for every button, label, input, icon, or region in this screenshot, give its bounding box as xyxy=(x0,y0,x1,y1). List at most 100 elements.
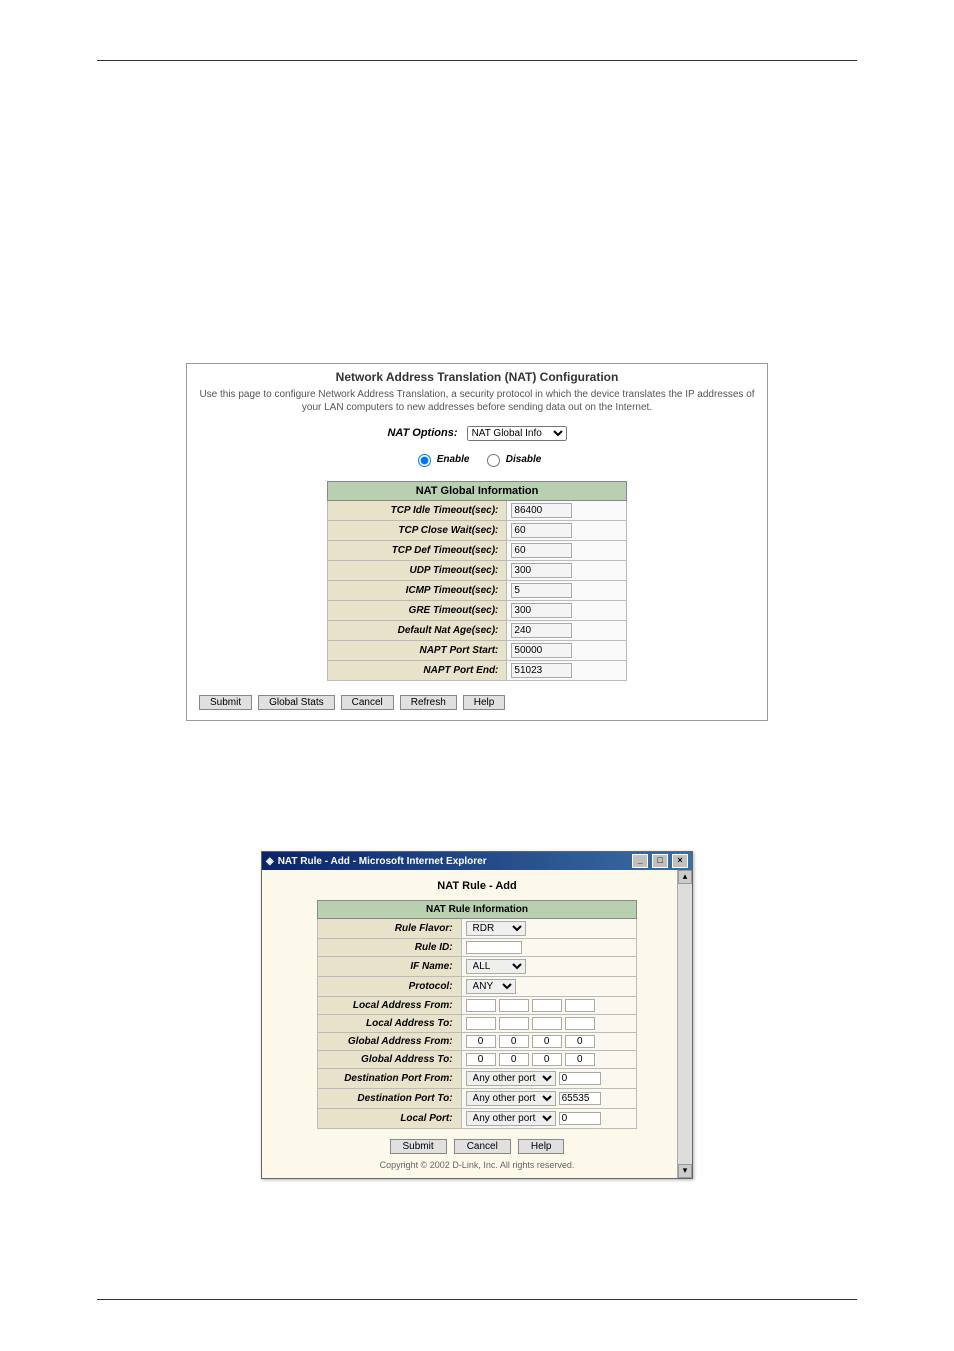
protocol-select[interactable]: ANY xyxy=(466,979,516,994)
local-port-label: Local Port: xyxy=(318,1109,462,1129)
dest-port-from-label: Destination Port From: xyxy=(318,1069,462,1089)
window-title-bar: NAT Rule - Add - Microsoft Internet Expl… xyxy=(262,852,692,870)
enable-disable-row: Enable Disable xyxy=(197,451,757,467)
if-name-select[interactable]: ALL xyxy=(466,959,526,974)
maximize-icon[interactable]: □ xyxy=(652,854,668,868)
global-row-value-cell xyxy=(507,621,627,641)
nat-global-info-table: NAT Global Information TCP Idle Timeout(… xyxy=(327,481,627,681)
panel-description: Use this page to configure Network Addre… xyxy=(197,388,757,414)
rule-submit-button[interactable]: Submit xyxy=(390,1139,447,1154)
enable-label: Enable xyxy=(437,454,470,465)
local-addr-from-label: Local Address From: xyxy=(318,997,462,1015)
global-row-label: GRE Timeout(sec): xyxy=(328,601,507,621)
window-body: ▴ ▾ NAT Rule - Add NAT Rule Information … xyxy=(262,870,692,1178)
if-name-label: IF Name: xyxy=(318,957,462,977)
cancel-button[interactable]: Cancel xyxy=(341,695,394,710)
global-row-label: NAPT Port Start: xyxy=(328,641,507,661)
global-row-label: TCP Def Timeout(sec): xyxy=(328,541,507,561)
global-addr-to-4[interactable] xyxy=(565,1053,595,1066)
submit-button[interactable]: Submit xyxy=(199,695,252,710)
table-row: NAPT Port End: xyxy=(328,661,627,681)
global-addr-from-label: Global Address From: xyxy=(318,1033,462,1051)
dest-port-to-input[interactable] xyxy=(559,1092,601,1105)
rule-table-header: NAT Rule Information xyxy=(318,901,637,919)
button-row: Submit Global Stats Cancel Refresh Help xyxy=(197,695,757,710)
global-row-value-cell xyxy=(507,521,627,541)
dest-port-from-select[interactable]: Any other port xyxy=(466,1071,556,1086)
local-addr-to-4[interactable] xyxy=(565,1017,595,1030)
global-row-value-cell xyxy=(507,641,627,661)
global-row-value-cell xyxy=(507,661,627,681)
rule-id-input[interactable] xyxy=(466,941,522,954)
table-row: NAPT Port Start: xyxy=(328,641,627,661)
local-port-input[interactable] xyxy=(559,1112,601,1125)
help-button[interactable]: Help xyxy=(463,695,506,710)
disable-label: Disable xyxy=(506,454,542,465)
global-addr-from-2[interactable] xyxy=(499,1035,529,1048)
table-row: TCP Idle Timeout(sec): xyxy=(328,501,627,521)
global-row-input[interactable] xyxy=(511,623,572,638)
scroll-down-icon[interactable]: ▾ xyxy=(678,1164,692,1178)
global-addr-to-2[interactable] xyxy=(499,1053,529,1066)
global-row-value-cell xyxy=(507,561,627,581)
local-addr-to-2[interactable] xyxy=(499,1017,529,1030)
global-row-input[interactable] xyxy=(511,563,572,578)
dest-port-to-select[interactable]: Any other port xyxy=(466,1091,556,1106)
nat-options-row: NAT Options: NAT Global Info xyxy=(197,426,757,441)
global-row-input[interactable] xyxy=(511,643,572,658)
global-addr-from-3[interactable] xyxy=(532,1035,562,1048)
close-icon[interactable]: × xyxy=(672,854,688,868)
global-row-input[interactable] xyxy=(511,543,572,558)
local-addr-to-3[interactable] xyxy=(532,1017,562,1030)
global-row-value-cell xyxy=(507,501,627,521)
rule-cancel-button[interactable]: Cancel xyxy=(454,1139,511,1154)
table-row: Default Nat Age(sec): xyxy=(328,621,627,641)
dest-port-from-input[interactable] xyxy=(559,1072,601,1085)
page-top-rule xyxy=(97,60,857,61)
local-port-select[interactable]: Any other port xyxy=(466,1111,556,1126)
rule-id-label: Rule ID: xyxy=(318,939,462,957)
global-info-header: NAT Global Information xyxy=(328,482,627,501)
global-row-label: UDP Timeout(sec): xyxy=(328,561,507,581)
global-row-label: Default Nat Age(sec): xyxy=(328,621,507,641)
rule-flavor-select[interactable]: RDR xyxy=(466,921,526,936)
rule-button-row: Submit Cancel Help xyxy=(272,1139,682,1154)
global-row-input[interactable] xyxy=(511,663,572,678)
scrollbar[interactable]: ▴ ▾ xyxy=(677,870,692,1178)
table-row: UDP Timeout(sec): xyxy=(328,561,627,581)
table-row: GRE Timeout(sec): xyxy=(328,601,627,621)
global-addr-from-1[interactable] xyxy=(466,1035,496,1048)
local-addr-from-4[interactable] xyxy=(565,999,595,1012)
global-addr-to-3[interactable] xyxy=(532,1053,562,1066)
global-row-input[interactable] xyxy=(511,503,572,518)
nat-options-select[interactable]: NAT Global Info xyxy=(467,426,567,441)
scroll-up-icon[interactable]: ▴ xyxy=(678,870,692,884)
local-addr-to-1[interactable] xyxy=(466,1017,496,1030)
global-row-value-cell xyxy=(507,601,627,621)
window-title: NAT Rule - Add - Microsoft Internet Expl… xyxy=(266,856,487,867)
global-row-label: TCP Idle Timeout(sec): xyxy=(328,501,507,521)
local-addr-from-1[interactable] xyxy=(466,999,496,1012)
global-stats-button[interactable]: Global Stats xyxy=(258,695,334,710)
disable-radio[interactable] xyxy=(487,454,500,467)
local-addr-from-2[interactable] xyxy=(499,999,529,1012)
rule-help-button[interactable]: Help xyxy=(518,1139,565,1154)
refresh-button[interactable]: Refresh xyxy=(400,695,457,710)
dest-port-to-label: Destination Port To: xyxy=(318,1089,462,1109)
panel-title: Network Address Translation (NAT) Config… xyxy=(197,370,757,384)
window-controls: _ □ × xyxy=(631,854,688,868)
global-row-input[interactable] xyxy=(511,583,572,598)
protocol-label: Protocol: xyxy=(318,977,462,997)
table-row: TCP Close Wait(sec): xyxy=(328,521,627,541)
global-row-input[interactable] xyxy=(511,523,572,538)
global-row-input[interactable] xyxy=(511,603,572,618)
local-addr-from-3[interactable] xyxy=(532,999,562,1012)
table-row: TCP Def Timeout(sec): xyxy=(328,541,627,561)
global-addr-to-1[interactable] xyxy=(466,1053,496,1066)
minimize-icon[interactable]: _ xyxy=(632,854,648,868)
global-row-value-cell xyxy=(507,581,627,601)
nat-rule-info-table: NAT Rule Information Rule Flavor: RDR Ru… xyxy=(317,900,637,1129)
enable-radio[interactable] xyxy=(418,454,431,467)
global-addr-from-4[interactable] xyxy=(565,1035,595,1048)
nat-config-panel: Network Address Translation (NAT) Config… xyxy=(186,363,768,721)
